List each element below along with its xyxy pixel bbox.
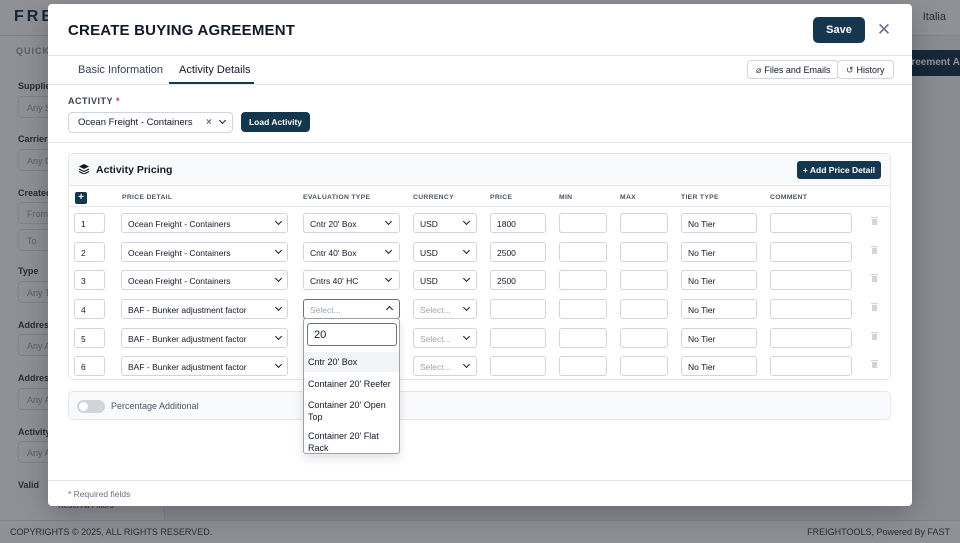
min-input[interactable] (559, 270, 607, 290)
save-button[interactable]: Save (813, 17, 865, 43)
min-input[interactable] (559, 242, 607, 262)
evaluation-type-dropdown: 20 Cntr 20' Box Container 20' Reefer Con… (303, 318, 400, 454)
trash-icon[interactable] (871, 360, 878, 368)
max-input[interactable] (620, 242, 668, 262)
percentage-additional-toggle[interactable] (77, 400, 105, 413)
column-header: EVALUATION TYPE (303, 194, 371, 201)
tab-activity-details[interactable]: Activity Details (179, 64, 251, 76)
comment-input[interactable] (770, 299, 852, 319)
column-header-divider (69, 206, 890, 207)
activity-label-text: ACTIVITY (68, 96, 114, 106)
dropdown-option[interactable]: Container 20' Open Top (304, 397, 399, 427)
min-input[interactable] (559, 356, 607, 376)
row-index-input[interactable]: 1 (74, 213, 105, 233)
tier-type-input[interactable]: No Tier (681, 270, 757, 290)
column-header: COMMENT (770, 194, 808, 201)
footer-divider (48, 480, 912, 481)
create-buying-agreement-modal: CREATE BUYING AGREEMENT Save ✕ Basic Inf… (48, 4, 912, 506)
dropdown-search-input[interactable]: 20 (307, 323, 397, 346)
tier-type-input[interactable]: No Tier (681, 299, 757, 319)
header-divider (48, 55, 912, 56)
load-activity-button[interactable]: Load Activity (241, 112, 310, 132)
tier-type-input[interactable]: No Tier (681, 213, 757, 233)
trash-icon[interactable] (871, 274, 878, 282)
activity-divider (48, 142, 912, 143)
row-index-input[interactable]: 2 (74, 242, 105, 262)
dropdown-option[interactable]: Container 20' Reefer (304, 375, 399, 393)
price-input[interactable]: 2500 (490, 270, 546, 290)
add-row-icon[interactable]: + (75, 192, 87, 204)
comment-input[interactable] (770, 328, 852, 348)
min-input[interactable] (559, 213, 607, 233)
evaluation-type-select[interactable]: Cntrs 40' HC (303, 270, 400, 290)
column-header: TIER TYPE (681, 194, 719, 201)
comment-input[interactable] (770, 213, 852, 233)
required-fields-note: * Required fields (68, 489, 131, 499)
row-index-input[interactable]: 6 (74, 356, 105, 376)
row-index-input[interactable]: 4 (74, 299, 105, 319)
price-input[interactable] (490, 299, 546, 319)
comment-input[interactable] (770, 270, 852, 290)
tier-type-input[interactable]: No Tier (681, 242, 757, 262)
pricing-title: Activity Pricing (96, 164, 173, 176)
trash-icon[interactable] (871, 303, 878, 311)
percentage-additional-panel: Percentage Additional (68, 391, 891, 420)
price-detail-select[interactable]: Ocean Freight - Containers (121, 213, 288, 233)
trash-icon[interactable] (871, 246, 878, 254)
tier-type-input[interactable]: No Tier (681, 328, 757, 348)
history-label: History (856, 65, 885, 75)
price-detail-select[interactable]: BAF - Bunker adjustment factor (121, 328, 288, 348)
comment-input[interactable] (770, 356, 852, 376)
close-icon[interactable]: ✕ (876, 21, 892, 39)
max-input[interactable] (620, 328, 668, 348)
tab-basic-information[interactable]: Basic Information (78, 64, 163, 76)
history-button[interactable]: ↺ History (837, 60, 894, 79)
column-header: CURRENCY (413, 194, 454, 201)
column-header: MIN (559, 194, 573, 201)
paperclip-icon: ⌀ (756, 65, 762, 75)
toggle-knob (79, 402, 88, 411)
max-input[interactable] (620, 299, 668, 319)
max-input[interactable] (620, 356, 668, 376)
price-detail-select[interactable]: Ocean Freight - Containers (121, 242, 288, 262)
files-and-emails-label: Files and Emails (764, 65, 831, 75)
min-input[interactable] (559, 299, 607, 319)
pricing-header: Activity Pricing + Add Price Detail (69, 154, 890, 186)
percentage-additional-label: Percentage Additional (111, 401, 199, 411)
comment-input[interactable] (770, 242, 852, 262)
clear-icon[interactable]: × (206, 117, 212, 128)
price-input[interactable]: 2500 (490, 242, 546, 262)
column-header: PRICE (490, 194, 513, 201)
history-icon: ↺ (846, 65, 854, 75)
dropdown-option[interactable]: Cntr 20' Box (304, 352, 399, 372)
price-input[interactable]: 1800 (490, 213, 546, 233)
trash-icon[interactable] (871, 217, 878, 225)
evaluation-type-select[interactable]: Cntr 20' Box (303, 213, 400, 233)
max-input[interactable] (620, 270, 668, 290)
tabs-divider (48, 84, 912, 85)
max-input[interactable] (620, 213, 668, 233)
row-index-input[interactable]: 3 (74, 270, 105, 290)
add-price-detail-button[interactable]: + Add Price Detail (797, 161, 881, 179)
layers-icon (79, 164, 89, 174)
column-header: PRICE DETAIL (122, 194, 173, 201)
dropdown-option[interactable]: Container 20' Flat Rack (304, 429, 399, 453)
activity-label: ACTIVITY * (68, 96, 120, 106)
required-mark: * (116, 96, 121, 106)
column-header: MAX (620, 194, 637, 201)
evaluation-type-select[interactable]: Cntr 40' Box (303, 242, 400, 262)
activity-select-value: Ocean Freight - Containers (78, 117, 193, 128)
files-and-emails-button[interactable]: ⌀ Files and Emails (747, 60, 840, 79)
price-input[interactable] (490, 328, 546, 348)
trash-icon[interactable] (871, 332, 878, 340)
modal-title: CREATE BUYING AGREEMENT (68, 22, 296, 39)
row-index-input[interactable]: 5 (74, 328, 105, 348)
price-detail-select[interactable]: BAF - Bunker adjustment factor (121, 356, 288, 376)
price-input[interactable] (490, 356, 546, 376)
tier-type-input[interactable]: No Tier (681, 356, 757, 376)
price-detail-select[interactable]: BAF - Bunker adjustment factor (121, 299, 288, 319)
min-input[interactable] (559, 328, 607, 348)
activity-pricing-panel: Activity Pricing + Add Price Detail + PR… (68, 153, 891, 380)
price-detail-select[interactable]: Ocean Freight - Containers (121, 270, 288, 290)
